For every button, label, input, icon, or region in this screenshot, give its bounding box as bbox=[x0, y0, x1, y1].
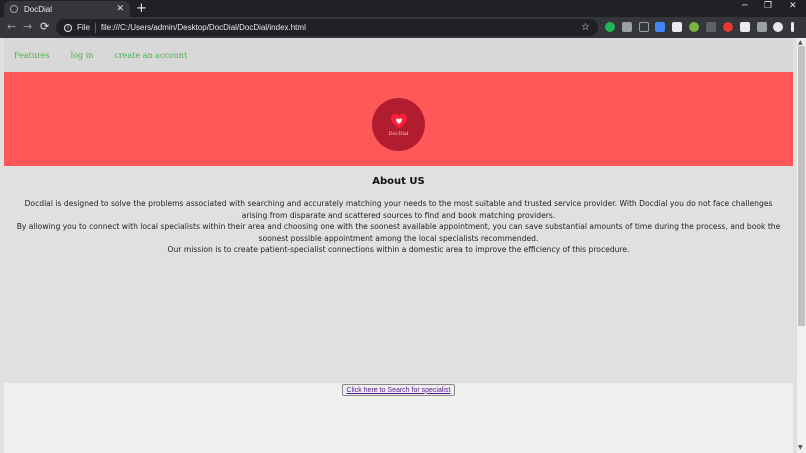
url-text[interactable]: file:///C:/Users/admin/Desktop/DocDial/D… bbox=[101, 23, 581, 32]
about-paragraph-3: Our mission is to create patient-special… bbox=[167, 245, 630, 254]
bookmark-star-icon[interactable]: ☆ bbox=[581, 22, 590, 33]
address-bar[interactable]: i File file:///C:/Users/admin/Desktop/Do… bbox=[56, 19, 598, 36]
nav-link-create-account[interactable]: create an account bbox=[114, 51, 187, 60]
scroll-down-arrow-icon[interactable]: ▼ bbox=[798, 444, 803, 451]
divider bbox=[94, 22, 96, 33]
globe-icon bbox=[10, 5, 18, 13]
nav-link-login[interactable]: log in bbox=[71, 51, 94, 60]
minimize-icon[interactable]: ─ bbox=[742, 1, 747, 11]
tab-strip: DocDial ✕ + ─ ❐ ✕ bbox=[0, 0, 806, 17]
docdial-logo: DocDial bbox=[372, 98, 425, 151]
extension-b-icon[interactable] bbox=[672, 22, 682, 32]
heart-icon bbox=[390, 113, 407, 128]
profile-avatar[interactable] bbox=[773, 22, 783, 32]
scheme-label: File bbox=[77, 23, 90, 32]
scrollbar-thumb[interactable] bbox=[798, 46, 805, 326]
about-paragraph-1: Docdial is designed to solve the problem… bbox=[24, 199, 773, 220]
new-tab-button[interactable]: + bbox=[136, 2, 147, 15]
extension-iq-icon[interactable] bbox=[655, 22, 665, 32]
info-icon[interactable]: i bbox=[64, 23, 72, 32]
site-nav: Features log in create an account bbox=[4, 38, 793, 72]
extension-save-icon[interactable] bbox=[622, 22, 632, 32]
logo-text: DocDial bbox=[388, 130, 409, 137]
hero-banner: DocDial bbox=[4, 72, 793, 166]
extension-grammarly-icon[interactable] bbox=[605, 22, 615, 32]
search-specialist-button[interactable]: Click here to Search for specialist bbox=[342, 384, 455, 396]
extensions-puzzle-icon[interactable] bbox=[740, 22, 750, 32]
browser-toolbar: ← → ⟳ i File file:///C:/Users/admin/Desk… bbox=[0, 17, 806, 38]
extension-green-icon[interactable] bbox=[689, 22, 699, 32]
tab-close-icon[interactable]: ✕ bbox=[116, 4, 124, 14]
reload-icon[interactable]: ⟳ bbox=[40, 20, 49, 34]
restore-icon[interactable]: ❐ bbox=[764, 1, 772, 11]
browser-tab[interactable]: DocDial ✕ bbox=[4, 1, 130, 17]
scroll-up-arrow-icon[interactable]: ▲ bbox=[798, 39, 803, 46]
footer-area: Click here to Search for specialist bbox=[4, 383, 793, 453]
back-arrow-icon[interactable]: ← bbox=[7, 20, 16, 34]
about-heading: About US bbox=[372, 176, 425, 187]
window-close-icon[interactable]: ✕ bbox=[789, 1, 797, 11]
extension-chart-icon[interactable] bbox=[706, 22, 716, 32]
page-scrollbar[interactable]: ▲ ▼ bbox=[797, 38, 806, 453]
about-paragraph-2: By allowing you to connect with local sp… bbox=[16, 222, 781, 243]
extension-red-icon[interactable] bbox=[723, 22, 733, 32]
forward-arrow-icon[interactable]: → bbox=[23, 20, 32, 34]
about-section: About US Docdial is designed to solve th… bbox=[4, 176, 793, 256]
tab-title: DocDial bbox=[24, 4, 53, 14]
kebab-menu-icon[interactable] bbox=[791, 22, 794, 32]
mute-icon[interactable] bbox=[639, 22, 649, 32]
page-viewport: Features log in create an account DocDia… bbox=[0, 38, 797, 453]
reading-list-icon[interactable] bbox=[757, 22, 767, 32]
nav-link-features[interactable]: Features bbox=[14, 51, 50, 60]
